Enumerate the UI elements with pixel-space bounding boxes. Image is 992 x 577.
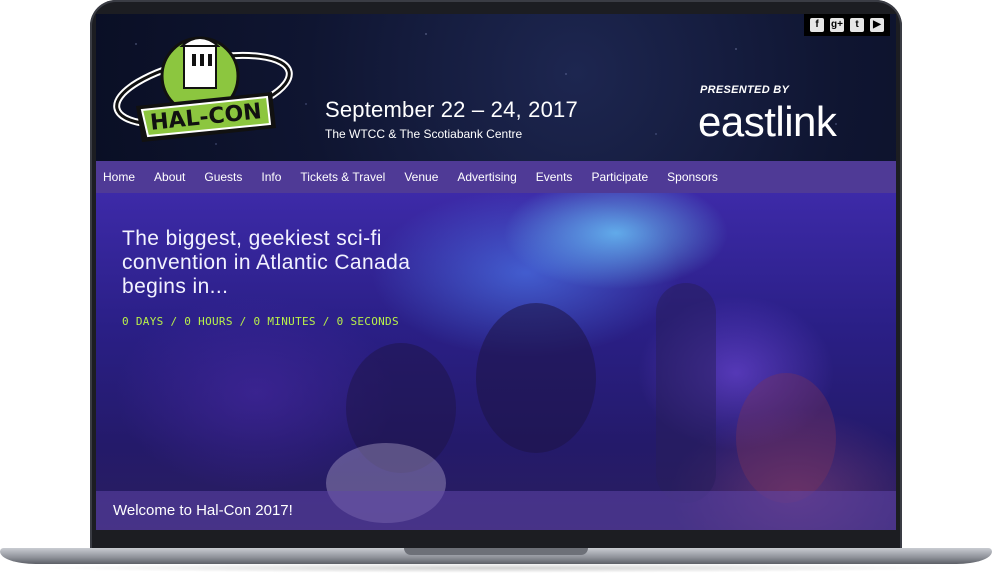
event-dates: September 22 – 24, 2017	[325, 97, 578, 122]
nav-venue[interactable]: Venue	[404, 170, 438, 184]
presented-by-label: PRESENTED BY	[700, 84, 790, 96]
crowd-photo-figure	[656, 283, 716, 503]
eastlink-logo[interactable]: eastlink	[698, 98, 837, 146]
laptop-shadow	[30, 563, 962, 573]
crowd-photo-figure	[736, 373, 836, 503]
event-venue: The WTCC & The Scotiabank Centre	[325, 127, 523, 141]
hero-headline: The biggest, geekiest sci-fi convention …	[122, 227, 411, 298]
main-nav: Home About Guests Info Tickets & Travel …	[96, 161, 896, 193]
nav-participate[interactable]: Participate	[591, 170, 648, 184]
facebook-icon[interactable]: f	[810, 18, 824, 32]
crowd-photo-figure	[476, 303, 596, 453]
nav-advertising[interactable]: Advertising	[457, 170, 516, 184]
social-links: f g+ t ▶	[804, 14, 890, 36]
browser-viewport: f g+ t ▶ HAL-CON September 22 – 24, 2017…	[96, 14, 896, 530]
nav-info[interactable]: Info	[261, 170, 281, 184]
nav-tickets-travel[interactable]: Tickets & Travel	[300, 170, 385, 184]
countdown-timer: 0 DAYS / 0 HOURS / 0 MINUTES / 0 SECONDS	[122, 315, 399, 328]
googleplus-icon[interactable]: g+	[830, 18, 844, 32]
welcome-heading: Welcome to Hal-Con 2017!	[113, 502, 293, 519]
laptop-notch	[404, 548, 588, 555]
site-header: f g+ t ▶ HAL-CON September 22 – 24, 2017…	[96, 14, 896, 161]
nav-guests[interactable]: Guests	[204, 170, 242, 184]
youtube-icon[interactable]: ▶	[870, 18, 884, 32]
hero-banner: The biggest, geekiest sci-fi convention …	[96, 193, 896, 530]
welcome-bar: Welcome to Hal-Con 2017!	[96, 491, 896, 530]
twitter-icon[interactable]: t	[850, 18, 864, 32]
nav-sponsors[interactable]: Sponsors	[667, 170, 718, 184]
hal-con-logo[interactable]: HAL-CON	[112, 32, 294, 144]
nav-about[interactable]: About	[154, 170, 185, 184]
nav-events[interactable]: Events	[536, 170, 573, 184]
nav-home[interactable]: Home	[103, 170, 135, 184]
